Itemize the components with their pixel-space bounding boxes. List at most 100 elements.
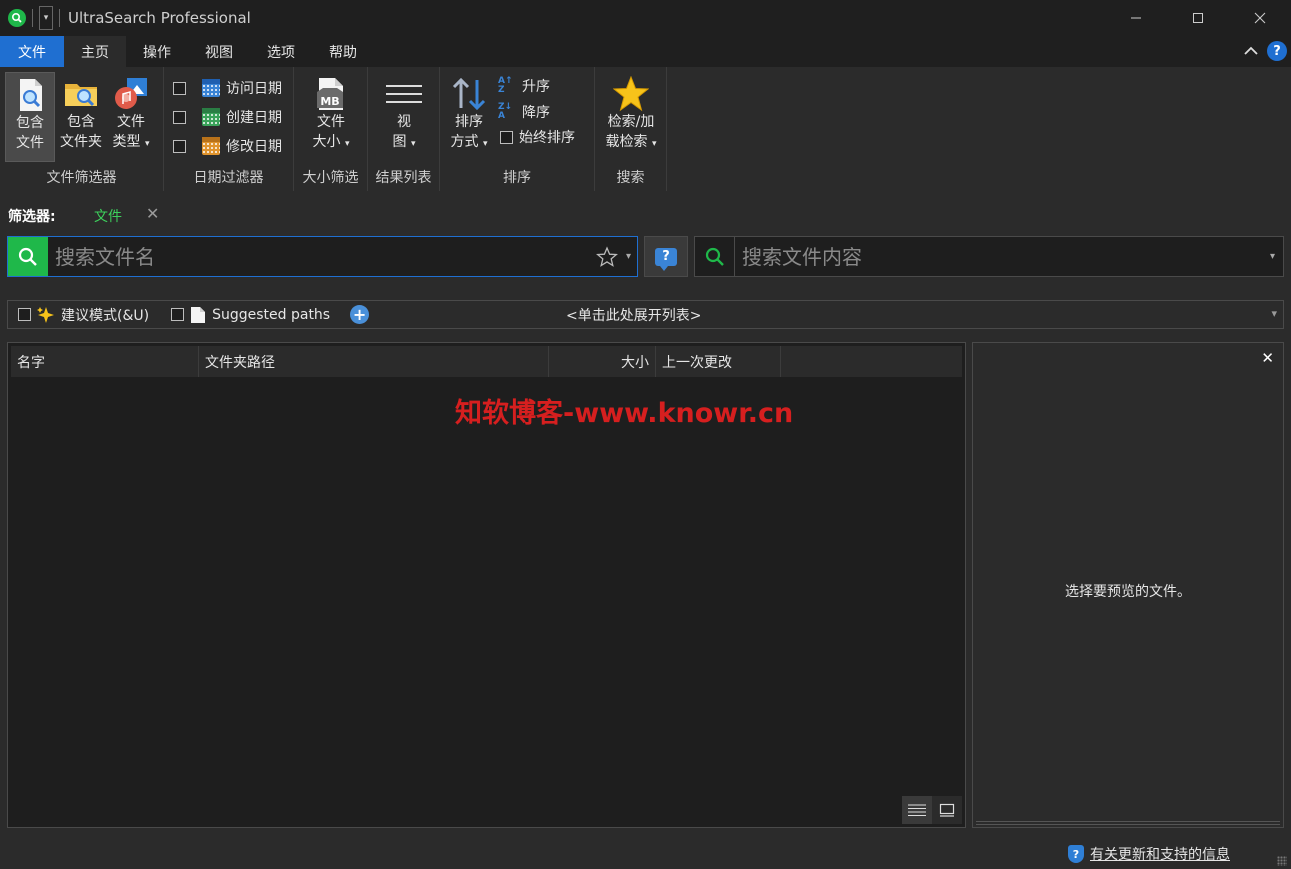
svg-text:MB: MB — [320, 95, 339, 108]
file-search-icon — [12, 77, 48, 113]
column-folder-path[interactable]: 文件夹路径 — [199, 346, 549, 377]
minimize-icon — [1131, 17, 1141, 19]
preview-empty-message: 选择要预览的文件。 — [1065, 584, 1191, 600]
content-search-icon[interactable] — [695, 237, 735, 276]
created-date-checkbox[interactable] — [173, 110, 186, 124]
calendar-blue-icon — [202, 79, 220, 97]
search-icon[interactable] — [8, 237, 48, 276]
group-label-search: 搜索 — [616, 170, 645, 186]
load-search-label-2: 载检索 ▾ — [605, 134, 657, 150]
view-toggle — [902, 796, 962, 824]
sparkle-icon — [37, 306, 54, 323]
include-folders-label-1: 包含 — [67, 114, 95, 130]
file-size-label-2: 大小 ▾ — [312, 134, 350, 150]
filename-history-dropdown-icon[interactable]: ▾ — [626, 251, 631, 262]
expand-list-link[interactable]: <单击此处展开列表> — [566, 305, 701, 325]
sort-descending-button[interactable]: Z↓ A 降序 — [498, 101, 550, 123]
add-path-icon[interactable]: + — [350, 305, 370, 324]
support-info-link[interactable]: ? 有关更新和支持的信息 — [1068, 844, 1230, 864]
filename-search-input[interactable] — [48, 237, 596, 276]
results-panel: 名字 文件夹路径 大小 上一次更改 知软博客-www.knowr.cn — [7, 342, 966, 828]
group-label-size-filter: 大小筛选 — [302, 170, 359, 186]
sort-by-label-1: 排序 — [455, 114, 483, 130]
load-search-button[interactable]: 检索/加 载检索 ▾ — [599, 72, 663, 162]
close-button[interactable] — [1229, 0, 1291, 36]
include-files-label-1: 包含 — [16, 115, 44, 131]
star-icon — [612, 75, 650, 112]
modified-date-label: 修改日期 — [226, 139, 282, 155]
modified-date-checkbox[interactable] — [173, 139, 186, 153]
title-separator — [59, 9, 60, 27]
sort-ascending-label: 升序 — [522, 79, 550, 95]
include-folders-button[interactable]: 包含 文件夹 — [56, 72, 106, 162]
filename-search-box: ▾ — [7, 236, 638, 277]
support-info-label: 有关更新和支持的信息 — [1090, 847, 1230, 863]
tab-file[interactable]: 文件 — [0, 36, 64, 67]
tab-actions[interactable]: 操作 — [126, 36, 188, 67]
suggest-mode-label: 建议模式(&U) — [61, 307, 150, 324]
minimize-button[interactable] — [1105, 0, 1167, 36]
tab-home[interactable]: 主页 — [64, 36, 126, 67]
column-spacer — [781, 346, 962, 377]
close-preview-icon[interactable]: ✕ — [1261, 349, 1274, 367]
group-label-date-filter: 日期过滤器 — [193, 170, 264, 186]
title-bar: ▾ UltraSearch Professional — [0, 0, 1291, 36]
column-name[interactable]: 名字 — [11, 346, 199, 377]
sort-by-button[interactable]: 排序 方式 ▾ — [444, 72, 494, 162]
file-size-button[interactable]: MB 文件 大小 ▾ — [306, 72, 356, 162]
always-sort-checkbox[interactable] — [500, 130, 513, 144]
column-last-modified[interactable]: 上一次更改 — [656, 346, 781, 377]
accessed-date-label: 访问日期 — [226, 81, 282, 97]
filter-chip-files[interactable]: 文件 — [94, 206, 122, 226]
content-search-box: ▾ — [694, 236, 1284, 277]
column-size[interactable]: 大小 — [549, 346, 656, 377]
include-files-button[interactable]: 包含 文件 — [5, 72, 55, 162]
sort-ascending-button[interactable]: A↑ Z 升序 — [498, 75, 550, 97]
favorite-star-icon[interactable] — [596, 245, 618, 268]
suggested-paths-toggle[interactable]: Suggested paths — [171, 306, 330, 324]
modified-date-row[interactable]: 修改日期 — [173, 135, 282, 157]
tab-options[interactable]: 选项 — [250, 36, 312, 67]
suggested-paths-checkbox[interactable] — [171, 308, 185, 321]
group-label-result-list: 结果列表 — [375, 170, 432, 186]
preview-view-icon — [939, 803, 955, 817]
view-button[interactable]: 视 图 ▾ — [379, 72, 429, 162]
maximize-button[interactable] — [1167, 0, 1229, 36]
file-size-mb-icon: MB — [313, 76, 349, 112]
suggested-paths-label: Suggested paths — [212, 306, 331, 323]
content-history-dropdown-icon[interactable]: ▾ — [1270, 251, 1275, 262]
sort-arrows-icon — [451, 76, 487, 112]
group-label-sort: 排序 — [503, 170, 531, 186]
quick-access-dropdown-icon[interactable]: ▾ — [39, 6, 53, 30]
preview-view-button[interactable] — [932, 796, 962, 824]
preview-splitter[interactable] — [976, 821, 1280, 825]
suggest-mode-toggle[interactable]: 建议模式(&U) — [18, 305, 149, 325]
content-search-input[interactable] — [735, 237, 1270, 276]
accessed-date-checkbox[interactable] — [173, 81, 186, 95]
ribbon-tabs: 文件 主页 操作 视图 选项 帮助 ? — [0, 36, 1291, 67]
group-result-list: 视 图 ▾ 结果列表 — [368, 67, 440, 191]
sort-by-label-2: 方式 ▾ — [450, 134, 488, 150]
title-separator — [32, 9, 33, 27]
details-view-button[interactable] — [902, 796, 932, 824]
always-sort-row[interactable]: 始终排序 — [500, 126, 575, 148]
group-size-filter: MB 文件 大小 ▾ 大小筛选 — [294, 67, 368, 191]
tab-help[interactable]: 帮助 — [312, 36, 374, 67]
resize-grip-icon[interactable] — [1277, 856, 1287, 866]
collapse-ribbon-icon[interactable] — [1243, 43, 1259, 59]
options-dropdown-icon[interactable]: ▾ — [1271, 307, 1277, 320]
tab-view[interactable]: 视图 — [188, 36, 250, 67]
watermark: 知软博客-www.knowr.cn — [455, 398, 794, 429]
include-folders-label-2: 文件夹 — [60, 134, 102, 150]
view-label-1: 视 — [397, 114, 411, 130]
list-view-icon — [386, 76, 426, 112]
accessed-date-row[interactable]: 访问日期 — [173, 77, 282, 99]
file-types-button[interactable]: 文件 类型 ▾ — [106, 72, 156, 162]
sort-ascending-icon: A↑ Z — [498, 76, 513, 95]
help-icon[interactable]: ? — [1267, 41, 1287, 61]
remove-filter-icon[interactable]: ✕ — [146, 204, 159, 223]
search-help-button[interactable]: ? — [644, 236, 688, 277]
details-view-icon — [908, 804, 926, 816]
created-date-row[interactable]: 创建日期 — [173, 106, 282, 128]
suggest-mode-checkbox[interactable] — [18, 308, 31, 321]
